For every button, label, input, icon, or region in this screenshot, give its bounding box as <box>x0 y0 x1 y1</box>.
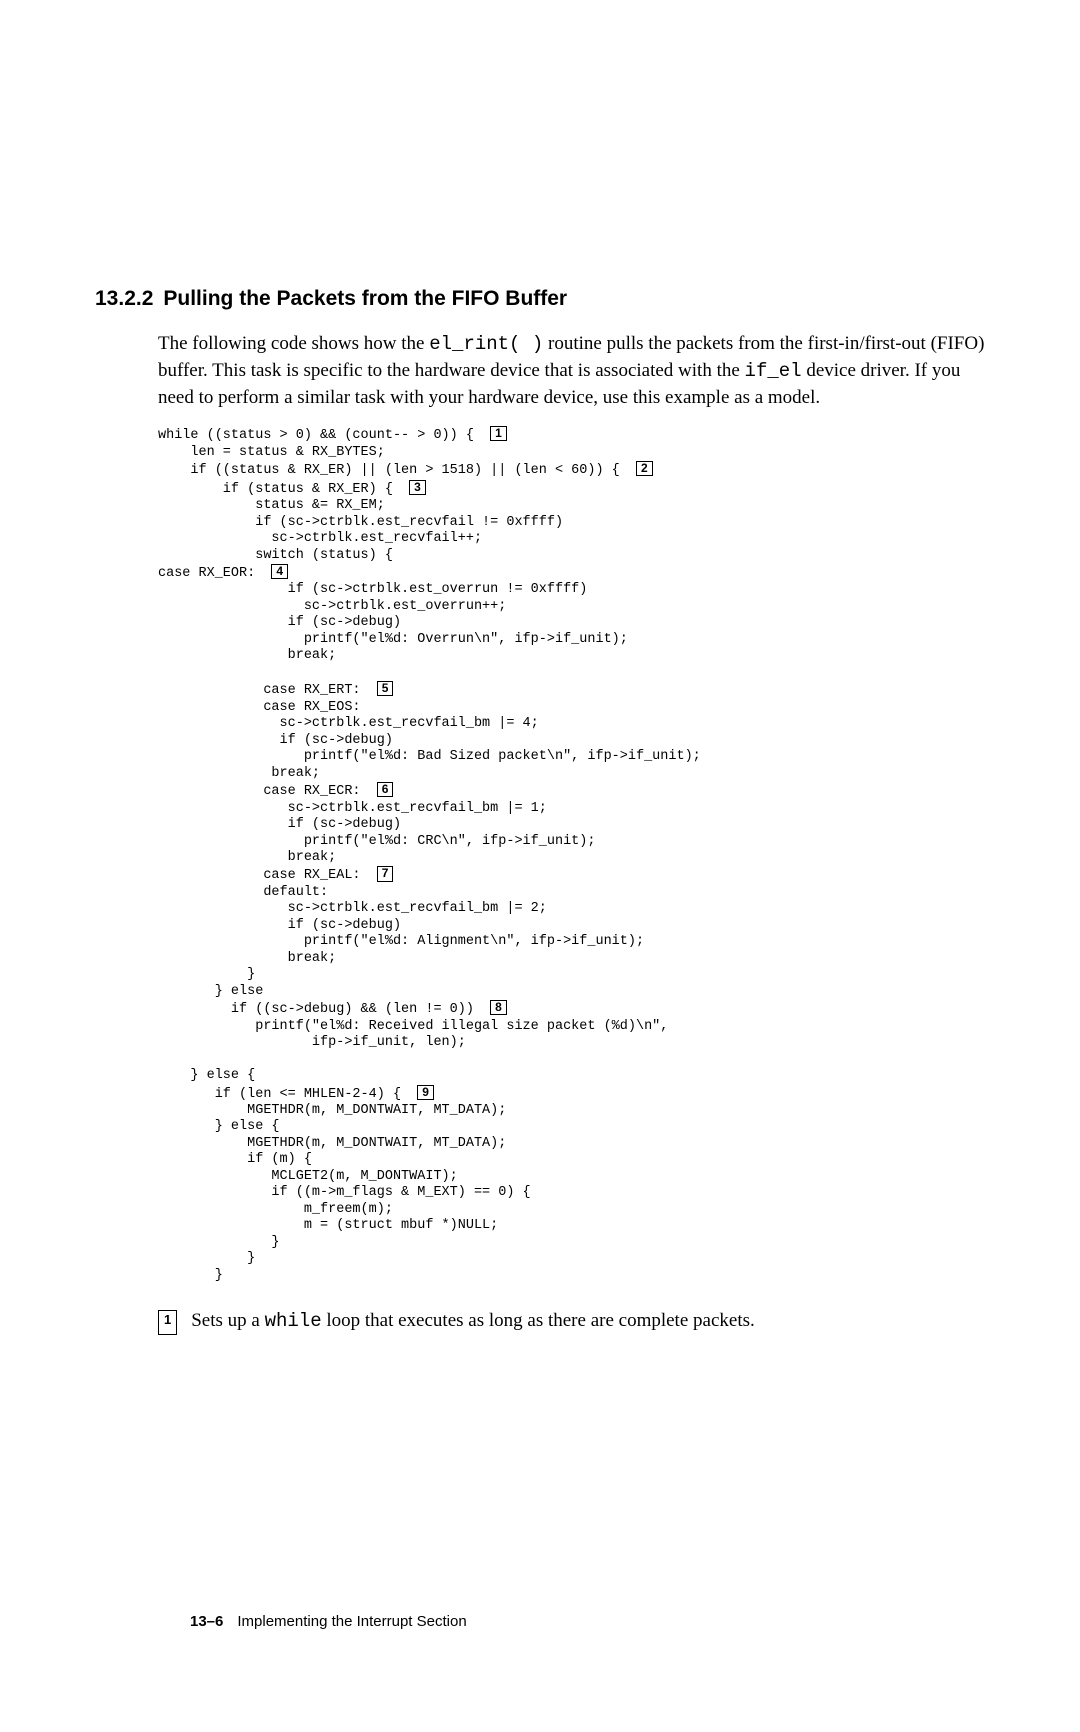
callout-marker-4: 4 <box>271 564 288 579</box>
callout-marker-2: 2 <box>636 461 653 476</box>
inline-code: if_el <box>745 360 802 382</box>
page-footer: 13–6 Implementing the Interrupt Section <box>190 1612 467 1632</box>
section-title: Pulling the Packets from the FIFO Buffer <box>163 287 567 310</box>
callout-item-1: 1 Sets up a while loop that executes as … <box>158 1308 985 1335</box>
section-number: 13.2.2 <box>95 285 153 313</box>
callout-marker-6: 6 <box>377 782 394 797</box>
callout-marker-1: 1 <box>490 426 507 441</box>
callout-marker-9: 9 <box>417 1085 434 1100</box>
code-listing: while ((status > 0) && (count-- > 0)) { … <box>158 426 985 1284</box>
callout-text: Sets up a while loop that executes as lo… <box>191 1308 755 1335</box>
callout-marker-7: 7 <box>377 866 394 881</box>
inline-code: el_rint( ) <box>429 333 543 355</box>
inline-code: while <box>265 1310 322 1332</box>
callout-marker-3: 3 <box>409 480 426 495</box>
footer-title: Implementing the Interrupt Section <box>237 1613 466 1630</box>
intro-text: The following code shows how the <box>158 333 429 354</box>
section-heading: 13.2.2 Pulling the Packets from the FIFO … <box>95 285 985 313</box>
page-number: 13–6 <box>190 1613 223 1630</box>
callout-marker-5: 5 <box>377 681 394 696</box>
callout-list-marker: 1 <box>158 1310 177 1335</box>
callout-list: 1 Sets up a while loop that executes as … <box>158 1308 985 1335</box>
intro-paragraph: The following code shows how the el_rint… <box>158 331 985 410</box>
callout-marker-8: 8 <box>490 1000 507 1015</box>
